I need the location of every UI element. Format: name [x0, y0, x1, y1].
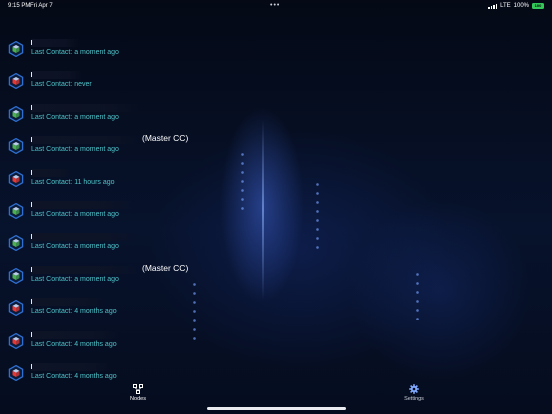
node-name-redacted [31, 331, 32, 337]
node-name-redacted [31, 364, 32, 369]
tab-settings[interactable]: Settings [384, 384, 444, 406]
node-row[interactable]: Last Contact: a moment ago [0, 99, 552, 131]
node-last-contact: Last Contact: a moment ago [31, 275, 119, 283]
node-row[interactable]: Last Contact: a moment ago [0, 228, 552, 260]
node-name-redacted [31, 202, 32, 207]
node-name-redacted [31, 298, 107, 307]
node-last-contact: Last Contact: a moment ago [31, 146, 119, 154]
node-name-redacted [31, 169, 32, 175]
status-indicators: LTE 100% 100 [488, 0, 544, 12]
battery-icon: 100 [532, 3, 544, 9]
node-last-contact: Last Contact: a moment ago [31, 243, 119, 251]
node-name-redacted [31, 72, 32, 78]
hex-cube-red-icon [8, 73, 24, 90]
node-name-redacted [31, 265, 137, 274]
node-last-contact: Last Contact: 4 months ago [31, 308, 117, 316]
node-name-redacted [31, 266, 32, 272]
node-name-redacted [31, 363, 113, 371]
node-name-redacted [31, 39, 79, 47]
node-last-contact: Last Contact: a moment ago [31, 113, 119, 121]
node-row[interactable]: Last Contact: never [0, 66, 552, 98]
node-row[interactable]: (Master CC) Last Contact: a moment ago [0, 131, 552, 163]
hex-cube-green-icon [8, 41, 24, 57]
node-row[interactable]: Last Contact: 11 hours ago [0, 164, 552, 196]
node-last-contact: Last Contact: a moment ago [31, 49, 119, 56]
node-name-redacted [31, 299, 32, 305]
hex-cube-red-icon [8, 300, 24, 317]
hex-cube-green-icon [8, 203, 24, 219]
node-name-redacted [31, 40, 32, 45]
node-row[interactable]: Last Contact: 4 months ago [0, 293, 552, 325]
network-type: LTE [500, 3, 511, 9]
multitasking-dots-icon[interactable]: ••• [270, 0, 280, 12]
home-indicator[interactable] [207, 407, 346, 410]
node-name-redacted [31, 104, 32, 110]
node-name-redacted [31, 103, 139, 112]
tab-nodes-label: Nodes [130, 396, 146, 402]
node-name-redacted [31, 233, 139, 242]
tab-nodes[interactable]: Nodes [108, 384, 168, 406]
hex-cube-green-icon [8, 267, 24, 284]
node-name-redacted [31, 330, 119, 339]
node-role-label: (Master CC) [142, 133, 189, 144]
hex-cube-red-icon [8, 170, 24, 187]
hex-cube-green-icon [8, 105, 24, 122]
node-last-contact: Last Contact: never [31, 81, 92, 89]
node-last-contact: Last Contact: 11 hours ago [31, 178, 115, 186]
node-name-redacted [31, 168, 71, 177]
hex-cube-green-icon [8, 235, 24, 252]
hex-cube-red-icon [8, 332, 24, 349]
node-last-contact: Last Contact: a moment ago [31, 211, 119, 218]
gear-icon [409, 384, 419, 394]
cellular-signal-icon [488, 3, 498, 9]
status-bar: 9:15 PM Fri Apr 7 ••• LTE 100% 100 [0, 0, 552, 12]
battery-percent: 100% [513, 3, 529, 9]
nodes-network-icon [133, 384, 143, 394]
status-date: Fri Apr 7 [30, 3, 53, 9]
node-last-contact: Last Contact: 4 months ago [31, 340, 117, 348]
hex-cube-green-icon [8, 138, 24, 155]
node-row[interactable]: Last Contact: a moment ago [0, 196, 552, 228]
tab-settings-label: Settings [404, 396, 424, 402]
node-row[interactable]: Last Contact: 4 months ago [0, 358, 552, 390]
node-name-redacted [31, 234, 32, 240]
status-time: 9:15 PM [8, 3, 31, 9]
node-row[interactable]: (Master CC) Last Contact: a moment ago [0, 261, 552, 293]
node-last-contact: Last Contact: 4 months ago [31, 373, 117, 380]
node-row[interactable]: Last Contact: 4 months ago [0, 326, 552, 358]
node-row[interactable]: Last Contact: a moment ago [0, 34, 552, 66]
node-role-label: (Master CC) [142, 262, 189, 273]
hex-cube-red-icon [8, 365, 24, 381]
node-name-redacted [31, 136, 139, 145]
node-name-redacted [31, 201, 135, 209]
node-name-redacted [31, 137, 32, 143]
node-name-redacted [31, 71, 83, 80]
